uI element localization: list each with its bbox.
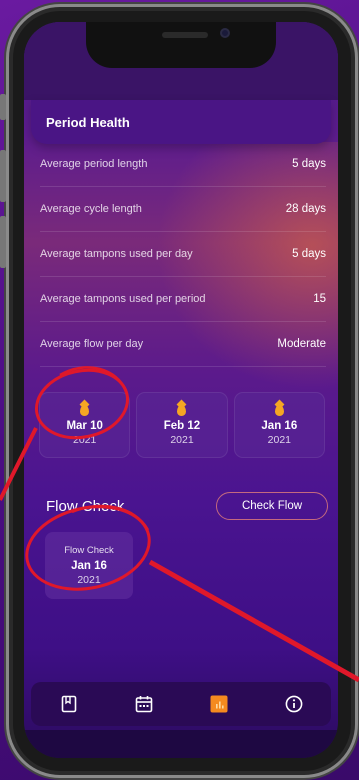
drop-icon — [177, 404, 187, 416]
stat-row: Average tampons used per period 15 — [40, 277, 326, 322]
journal-icon[interactable] — [57, 692, 81, 716]
flow-card-year: 2021 — [77, 574, 101, 586]
page-title: Period Health — [46, 115, 130, 130]
bottom-nav — [31, 682, 331, 726]
drop-icon — [274, 404, 284, 416]
stat-label: Average tampons used per period — [40, 293, 206, 305]
stat-value: 5 days — [292, 158, 326, 170]
drop-icon — [80, 404, 90, 416]
period-date: Feb 12 — [163, 419, 201, 432]
flow-check-card[interactable]: Flow Check Jan 16 2021 — [45, 532, 133, 599]
flow-check-title: Flow Check — [46, 498, 125, 515]
volume-down-button — [0, 216, 6, 268]
stat-value: Moderate — [277, 338, 326, 350]
flow-card-date: Jan 16 — [71, 560, 107, 572]
check-flow-button[interactable]: Check Flow — [216, 492, 328, 520]
period-card[interactable]: Mar 10 2021 — [39, 392, 131, 458]
header-bar: Period Health — [31, 100, 331, 144]
info-icon[interactable] — [282, 692, 306, 716]
chart-icon[interactable] — [207, 692, 231, 716]
stat-row: Average flow per day Moderate — [40, 322, 326, 367]
stat-value: 15 — [313, 293, 326, 305]
stat-label: Average tampons used per day — [40, 248, 193, 260]
stat-row: Average cycle length 28 days — [40, 187, 326, 232]
period-date: Jan 16 — [261, 419, 298, 432]
camera — [220, 28, 230, 38]
stat-row: Average tampons used per day 5 days — [40, 232, 326, 277]
calendar-icon[interactable] — [132, 692, 156, 716]
stat-label: Average period length — [40, 158, 148, 170]
stat-value: 5 days — [292, 248, 326, 260]
notch — [86, 22, 276, 68]
app-screen: Period Health Average period length 5 da… — [24, 22, 338, 758]
period-card[interactable]: Feb 12 2021 — [136, 392, 228, 458]
mute-switch — [0, 94, 6, 120]
period-year: 2021 — [170, 433, 194, 446]
flow-card-label: Flow Check — [64, 545, 114, 556]
stat-label: Average cycle length — [40, 203, 142, 215]
stat-value: 28 days — [285, 203, 326, 215]
stat-label: Average flow per day — [40, 338, 144, 350]
period-cards: Mar 10 2021 Feb 12 2021 Jan 16 2021 — [39, 392, 325, 458]
speaker — [162, 32, 208, 38]
period-date: Mar 10 — [66, 419, 103, 432]
period-year: 2021 — [72, 433, 97, 446]
stats-list: Average period length 5 days Average cyc… — [40, 142, 326, 367]
period-year: 2021 — [267, 433, 291, 446]
period-card[interactable]: Jan 16 2021 — [233, 392, 325, 458]
volume-up-button — [0, 150, 6, 202]
stat-row: Average period length 5 days — [40, 142, 326, 187]
